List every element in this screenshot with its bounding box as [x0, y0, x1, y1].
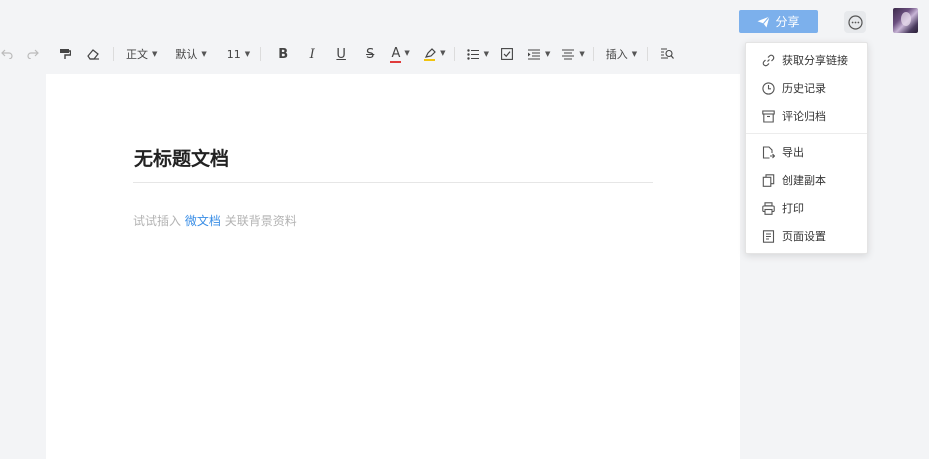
- archive-icon: [761, 109, 775, 123]
- document-title[interactable]: 无标题文档: [134, 144, 229, 171]
- highlight-button[interactable]: ▼: [424, 43, 446, 65]
- font-size-label: 11: [226, 47, 241, 61]
- checklist-button[interactable]: [500, 43, 514, 65]
- micro-doc-link[interactable]: 微文档: [185, 214, 221, 228]
- format-painter-button[interactable]: [57, 43, 73, 65]
- bold-button[interactable]: B: [275, 43, 291, 65]
- menu-item-print[interactable]: 打印: [746, 195, 867, 221]
- font-family-label: 默认: [175, 48, 198, 61]
- indent-button[interactable]: ▼: [527, 43, 551, 65]
- menu-item-label: 打印: [782, 202, 804, 215]
- chevron-down-icon: ▼: [544, 50, 551, 58]
- strikethrough-button[interactable]: S: [362, 43, 378, 65]
- chevron-down-icon: ▼: [440, 49, 446, 57]
- more-icon: [847, 14, 863, 30]
- undo-button[interactable]: [0, 43, 14, 65]
- menu-item-export[interactable]: 导出: [746, 139, 867, 165]
- bullet-list-button[interactable]: ▼: [466, 43, 489, 65]
- chevron-down-icon: ▼: [631, 50, 638, 58]
- paragraph-style-select[interactable]: 正文 ▼: [126, 43, 157, 65]
- hint-prefix: 试试插入: [133, 214, 182, 228]
- redo-icon: [27, 49, 39, 59]
- chevron-down-icon: ▼: [483, 50, 489, 58]
- format-painter-icon: [60, 49, 71, 59]
- indent-icon: [527, 48, 540, 60]
- document-hint: 试试插入 微文档 关联背景资料: [133, 212, 297, 229]
- redo-button[interactable]: [26, 43, 40, 65]
- italic-button[interactable]: I: [304, 43, 320, 65]
- page-settings-icon: [761, 229, 775, 243]
- insert-menu-button[interactable]: 插入 ▼: [606, 43, 637, 65]
- hint-suffix: 关联背景资料: [224, 214, 297, 228]
- chevron-down-icon: ▼: [244, 50, 251, 58]
- font-color-button[interactable]: A ▼: [390, 43, 411, 65]
- chevron-down-icon: ▼: [201, 50, 207, 58]
- find-button[interactable]: [659, 43, 675, 65]
- menu-divider: [746, 133, 867, 134]
- insert-label: 插入: [605, 48, 628, 61]
- font-color-icon: A: [391, 45, 401, 61]
- menu-item-get-share-link[interactable]: 获取分享链接: [746, 47, 867, 73]
- underline-icon: U: [336, 46, 346, 62]
- bullet-list-icon: [466, 48, 479, 60]
- bold-icon: B: [278, 46, 289, 62]
- more-menu: 获取分享链接 历史记录 评论归档 导出 创建副本 打印 页面设置: [745, 42, 868, 254]
- title-divider: [133, 182, 653, 183]
- highlighter-icon: [425, 47, 437, 58]
- font-family-select[interactable]: 默认 ▼: [175, 43, 206, 65]
- menu-item-label: 历史记录: [782, 82, 826, 95]
- chevron-down-icon: ▼: [152, 50, 158, 58]
- italic-icon: I: [309, 46, 315, 62]
- send-icon: [757, 15, 771, 27]
- share-label: 分享: [775, 15, 800, 29]
- copy-icon: [761, 173, 775, 187]
- clock-icon: [761, 81, 775, 95]
- menu-item-history[interactable]: 历史记录: [746, 75, 867, 101]
- format-toolbar: 正文 ▼ 默认 ▼ 11 ▼ B I U S A ▼ ▼ ▼ ▼ ▼ 插入 ▼: [0, 41, 740, 67]
- chevron-down-icon: ▼: [404, 49, 410, 57]
- document-page[interactable]: 无标题文档 试试插入 微文档 关联背景资料: [46, 74, 740, 459]
- find-icon: [660, 48, 674, 59]
- checkbox-icon: [501, 48, 513, 60]
- printer-icon: [761, 201, 775, 215]
- menu-item-label: 评论归档: [782, 110, 826, 123]
- chevron-down-icon: ▼: [579, 50, 585, 58]
- menu-item-page-settings[interactable]: 页面设置: [746, 223, 867, 249]
- more-button[interactable]: [844, 11, 866, 33]
- menu-item-label: 创建副本: [782, 174, 826, 187]
- align-button[interactable]: ▼: [562, 43, 585, 65]
- link-icon: [761, 53, 775, 67]
- undo-icon: [1, 49, 13, 59]
- user-avatar[interactable]: [893, 8, 918, 33]
- share-button[interactable]: 分享: [739, 10, 818, 33]
- strikethrough-icon: S: [366, 46, 375, 62]
- align-icon: [562, 48, 575, 60]
- menu-item-comment-archive[interactable]: 评论归档: [746, 103, 867, 129]
- export-icon: [761, 145, 775, 159]
- menu-item-label: 页面设置: [782, 230, 826, 243]
- eraser-icon: [86, 49, 99, 60]
- clear-format-button[interactable]: [85, 43, 101, 65]
- menu-item-label: 获取分享链接: [782, 54, 848, 67]
- underline-button[interactable]: U: [333, 43, 349, 65]
- paragraph-style-label: 正文: [126, 48, 148, 61]
- top-bar: 分享: [0, 0, 929, 40]
- menu-item-label: 导出: [782, 146, 804, 159]
- font-size-select[interactable]: 11 ▼: [227, 43, 250, 65]
- menu-item-create-copy[interactable]: 创建副本: [746, 167, 867, 193]
